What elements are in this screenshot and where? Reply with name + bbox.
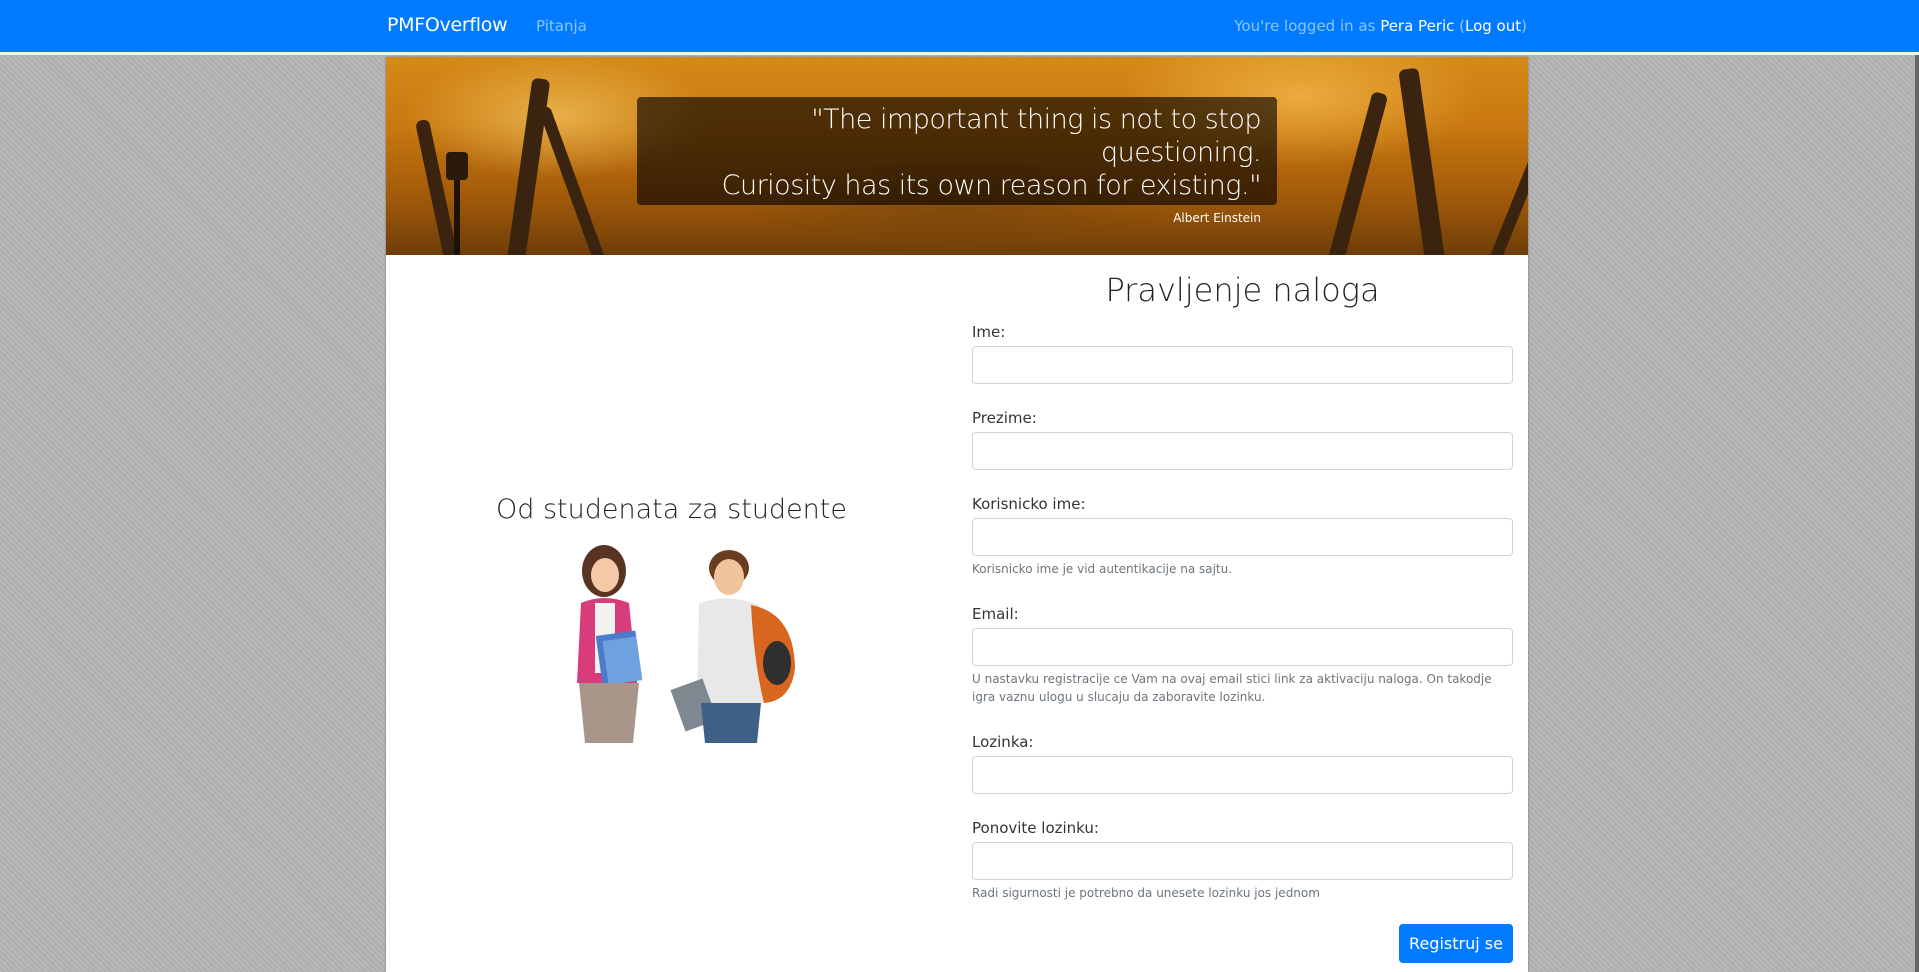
registration-form: Pravljenje naloga Ime: Prezime: Korisnic… <box>972 270 1513 900</box>
student-boy-figure <box>670 550 795 743</box>
students-illustration <box>577 545 795 743</box>
navbar: PMFOverflow Pitanja You're logged in as … <box>0 0 1919 55</box>
tagline-heading: Od studenata za studente <box>496 494 847 525</box>
confirm-password-input[interactable] <box>972 842 1513 880</box>
lamp-head <box>446 152 468 180</box>
scrollbar[interactable] <box>1915 55 1919 972</box>
register-button[interactable]: Registruj se <box>1399 924 1513 963</box>
email-input[interactable] <box>972 628 1513 666</box>
username-help-text: Korisnicko ime je vid autentikacije na s… <box>972 562 1233 576</box>
paren-open: ( <box>1454 17 1465 35</box>
field-group-email: Email: U nastavku registracije ce Vam na… <box>972 604 1513 706</box>
email-help-text: U nastavku registracije ce Vam na ovaj e… <box>972 672 1492 704</box>
password-input[interactable] <box>972 756 1513 794</box>
label-ponovite-lozinku: Ponovite lozinku: <box>972 819 1099 837</box>
label-ime: Ime: <box>972 323 1006 341</box>
student-girl-figure <box>577 545 643 743</box>
label-lozinka: Lozinka: <box>972 733 1034 751</box>
tree-trunk <box>1486 116 1528 255</box>
field-group-korisnicko-ime: Korisnicko ime: Korisnicko ime je vid au… <box>972 494 1513 578</box>
logout-link[interactable]: Log out <box>1465 17 1521 35</box>
login-prefix: You're logged in as <box>1234 17 1381 35</box>
quote-box: "The important thing is not to stop ques… <box>637 97 1277 225</box>
quote-line-1: "The important thing is not to stop ques… <box>811 104 1261 168</box>
first-name-input[interactable] <box>972 346 1513 384</box>
label-prezime: Prezime: <box>972 409 1037 427</box>
form-title: Pravljenje naloga <box>1105 271 1380 309</box>
hero-banner: "The important thing is not to stop ques… <box>386 57 1528 255</box>
tree-trunk <box>1326 91 1389 255</box>
paren-close: ) <box>1521 17 1527 35</box>
label-korisnicko-ime: Korisnicko ime: <box>972 495 1086 513</box>
field-group-ime: Ime: <box>972 322 1513 384</box>
field-group-prezime: Prezime: <box>972 408 1513 470</box>
confirm-password-help-text: Radi sigurnosti je potrebno da unesete l… <box>972 886 1320 900</box>
quote-line-2: Curiosity has its own reason for existin… <box>721 170 1262 201</box>
brand-link[interactable]: PMFOverflow <box>387 14 508 36</box>
tree-trunk <box>1398 67 1446 255</box>
username-link[interactable]: Pera Peric <box>1380 17 1454 35</box>
tree-trunk <box>506 77 551 255</box>
login-info: You're logged in as Pera Peric (Log out) <box>1234 17 1527 35</box>
username-input[interactable] <box>972 518 1513 556</box>
field-group-ponovite-lozinku: Ponovite lozinku: Radi sigurnosti je pot… <box>972 818 1513 902</box>
last-name-input[interactable] <box>972 432 1513 470</box>
quote-author: Albert Einstein <box>1173 211 1261 225</box>
tree-trunk <box>538 105 608 255</box>
label-email: Email: <box>972 605 1019 623</box>
nav-link-pitanja[interactable]: Pitanja <box>536 17 587 35</box>
field-group-lozinka: Lozinka: <box>972 732 1513 794</box>
